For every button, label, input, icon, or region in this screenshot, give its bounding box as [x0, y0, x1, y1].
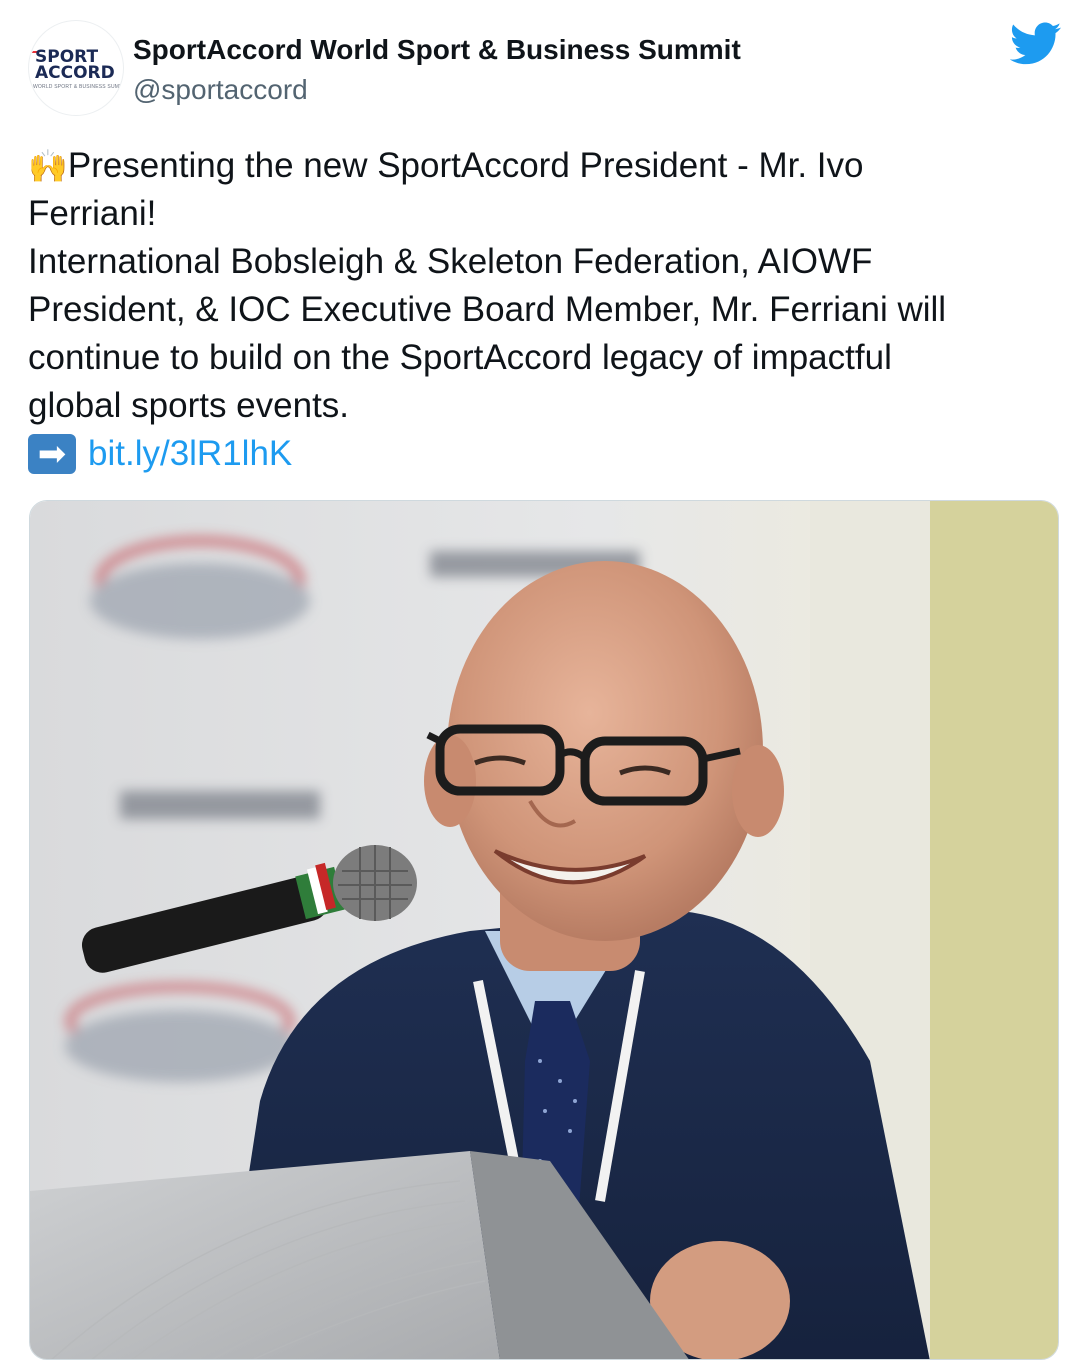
- tweet-text: 🙌Presenting the new SportAccord Presiden…: [28, 142, 1058, 478]
- tweet-photo[interactable]: [29, 500, 1059, 1360]
- avatar-logo-line2: ACCORD: [35, 63, 115, 83]
- twitter-bird-icon[interactable]: [1010, 22, 1062, 66]
- tweet-line-6: global sports events.: [28, 386, 350, 425]
- tweet-line-5: continue to build on the SportAccord leg…: [28, 338, 892, 377]
- speaker-at-podium-photo: [30, 501, 1058, 1359]
- tweet-card[interactable]: SPORT ACCORD WORLD SPORT & BUSINESS SUMM…: [0, 0, 1092, 1360]
- link-row: ➡ bit.ly/3lR1lhK: [28, 430, 1058, 478]
- raising-hands-icon: 🙌: [28, 148, 68, 184]
- author-name[interactable]: SportAccord World Sport & Business Summi…: [133, 34, 741, 66]
- avatar-logo-subtitle: WORLD SPORT & BUSINESS SUMMIT: [33, 84, 124, 90]
- tweet-link[interactable]: bit.ly/3lR1lhK: [88, 430, 292, 478]
- right-arrow-icon: ➡: [28, 434, 76, 474]
- author-handle[interactable]: @sportaccord: [133, 74, 308, 106]
- tweet-line-4: President, & IOC Executive Board Member,…: [28, 290, 947, 329]
- tweet-line-2: Ferriani!: [28, 194, 157, 233]
- tweet-line-1: 🙌Presenting the new SportAccord Presiden…: [28, 146, 864, 185]
- avatar[interactable]: SPORT ACCORD WORLD SPORT & BUSINESS SUMM…: [28, 20, 124, 116]
- tweet-line-3: International Bobsleigh & Skeleton Feder…: [28, 242, 873, 281]
